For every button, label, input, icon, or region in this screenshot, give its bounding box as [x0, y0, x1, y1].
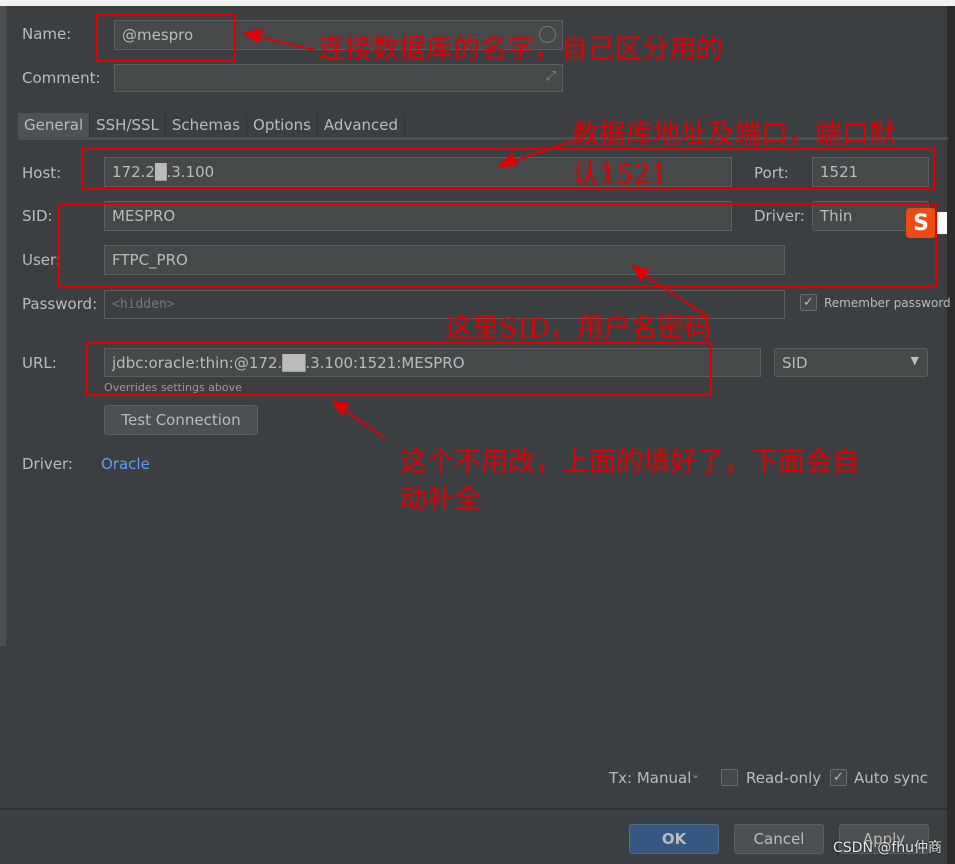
annotation-url-2: 动补全 — [400, 484, 481, 515]
annotation-sid: 这里SID，用户名密码 — [445, 313, 712, 344]
annotation-host-2: 认1521 — [572, 159, 668, 190]
arrow-host — [507, 139, 576, 164]
arrow-url — [339, 406, 386, 439]
annotation-name: 连接数据库的名字，自己区分用的 — [318, 34, 723, 65]
arrow-name — [251, 34, 316, 51]
annotation-url-1: 这个不用改，上面的填好了，下面会自 — [400, 447, 859, 478]
annotation-host-1: 数据库地址及端口，端口默 — [572, 119, 896, 150]
